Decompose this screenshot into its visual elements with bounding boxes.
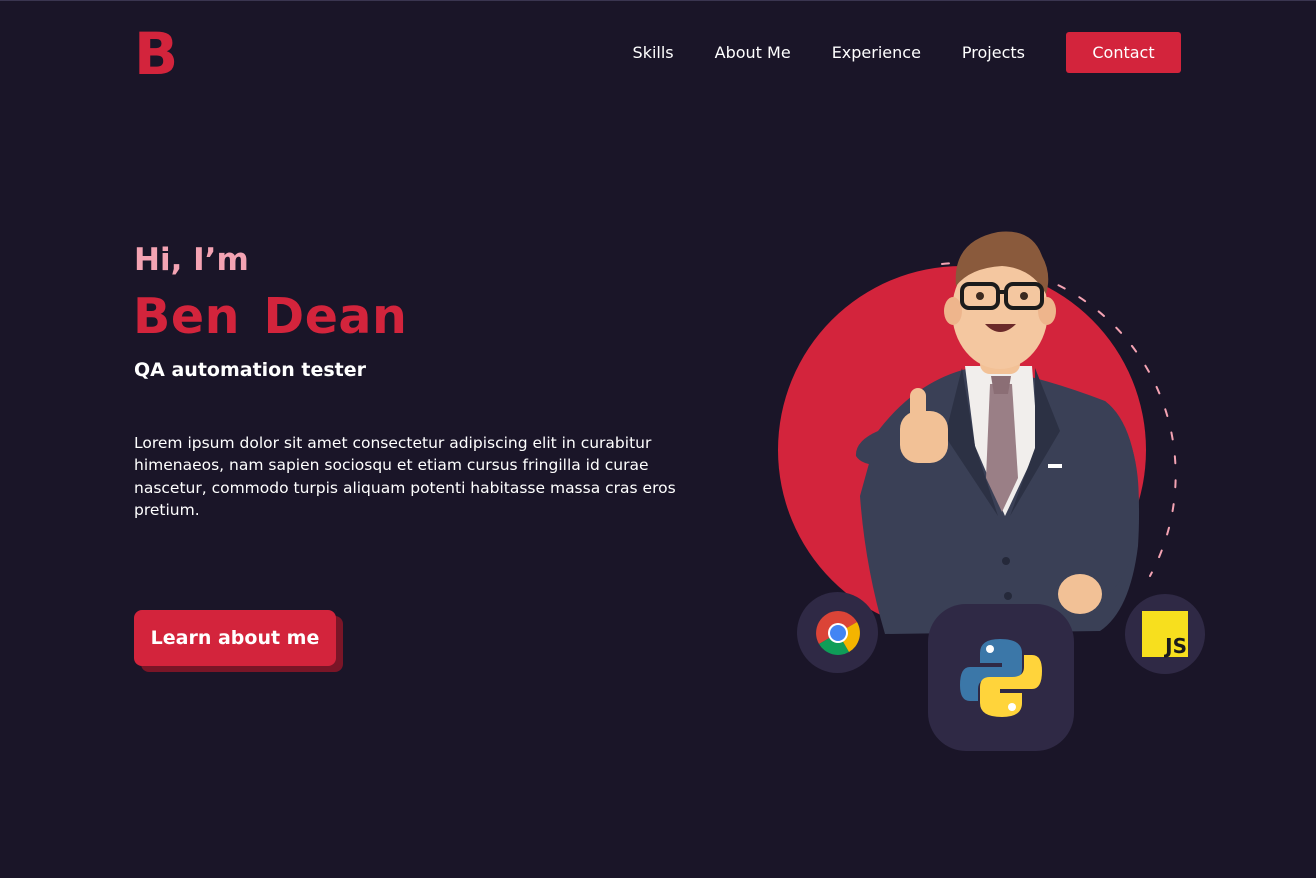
nav-about-me[interactable]: About Me <box>715 43 791 62</box>
hero-role: QA automation tester <box>134 359 366 381</box>
learn-about-me-button[interactable]: Learn about me <box>134 610 336 666</box>
js-badge-text: JS <box>1165 634 1187 658</box>
javascript-bubble: JS <box>1125 594 1205 674</box>
nav-skills[interactable]: Skills <box>633 43 674 62</box>
hero-description: Lorem ipsum dolor sit amet consectetur a… <box>134 434 676 519</box>
hero-name: Ben Dean <box>133 288 408 345</box>
contact-button[interactable]: Contact <box>1066 32 1181 73</box>
nav-experience[interactable]: Experience <box>832 43 921 62</box>
logo[interactable]: B <box>134 25 178 83</box>
python-bubble <box>928 604 1074 751</box>
portfolio-page: B Skills About Me Experience Projects Co… <box>0 0 1316 878</box>
chrome-icon <box>815 610 860 655</box>
hero-greeting: Hi, I’m <box>134 242 249 278</box>
main-nav: Skills About Me Experience Projects Cont… <box>633 32 1181 73</box>
nav-projects[interactable]: Projects <box>962 43 1025 62</box>
chrome-bubble <box>797 592 878 673</box>
python-icon <box>960 638 1042 717</box>
